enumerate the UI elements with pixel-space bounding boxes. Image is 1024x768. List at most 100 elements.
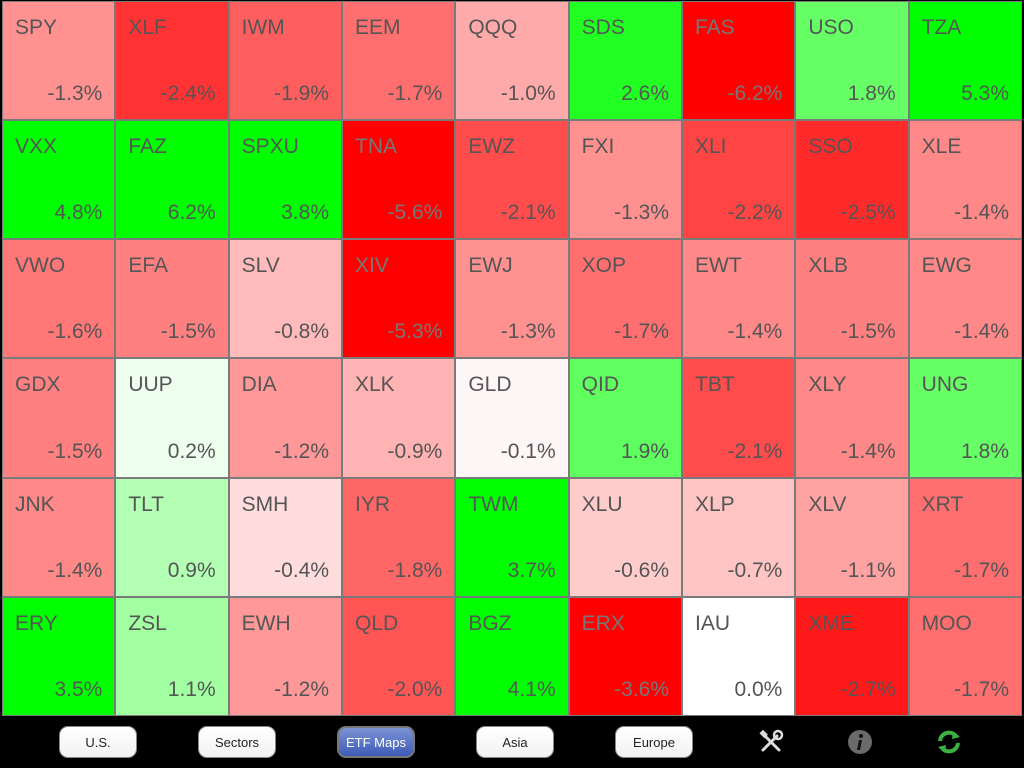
etf-tile-qld[interactable]: QLD -2.0% xyxy=(343,597,455,715)
etf-tile-spy[interactable]: SPY -1.3% xyxy=(3,2,115,120)
etf-tile-xlv[interactable]: XLV -1.1% xyxy=(796,478,908,596)
etf-tile-vxx[interactable]: VXX 4.8% xyxy=(3,121,115,239)
etf-maps-button[interactable]: ETF Maps xyxy=(337,726,415,758)
etf-tile-tna[interactable]: TNA -5.6% xyxy=(343,121,455,239)
etf-change: 0.2% xyxy=(167,439,216,463)
etf-tile-sso[interactable]: SSO -2.5% xyxy=(796,121,908,239)
etf-symbol: QID xyxy=(581,373,619,397)
etf-change: -2.5% xyxy=(840,201,896,225)
etf-change: -1.3% xyxy=(500,320,556,344)
etf-tile-smh[interactable]: SMH -0.4% xyxy=(229,478,341,596)
etf-symbol: XLY xyxy=(808,373,847,397)
etf-tile-ewt[interactable]: EWT -1.4% xyxy=(683,240,795,358)
etf-tile-tbt[interactable]: TBT -2.1% xyxy=(683,359,795,477)
etf-heatmap-grid: SPY -1.3% XLF -2.4% IWM -1.9% EEM -1.7% QQQ -1.0%… xyxy=(2,1,1022,716)
etf-tile-spxu[interactable]: SPXU 3.8% xyxy=(229,121,341,239)
etf-tile-xiv[interactable]: XIV -5.3% xyxy=(343,240,455,358)
europe-button[interactable]: Europe xyxy=(615,726,693,758)
etf-tile-gdx[interactable]: GDX -1.5% xyxy=(3,359,115,477)
etf-symbol: GDX xyxy=(15,373,61,397)
etf-symbol: EWJ xyxy=(468,254,513,278)
etf-change: -5.6% xyxy=(387,201,443,225)
etf-symbol: XIV xyxy=(355,254,389,278)
etf-tile-fxi[interactable]: FXI -1.3% xyxy=(569,121,681,239)
etf-tile-faz[interactable]: FAZ 6.2% xyxy=(116,121,228,239)
etf-symbol: BGZ xyxy=(468,611,512,635)
etf-symbol: FXI xyxy=(581,135,615,159)
etf-tile-qqq[interactable]: QQQ -1.0% xyxy=(456,2,568,120)
etf-symbol: TBT xyxy=(695,373,735,397)
etf-symbol: EWZ xyxy=(468,135,515,159)
asia-button[interactable]: Asia xyxy=(476,726,554,758)
etf-tile-slv[interactable]: SLV -0.8% xyxy=(229,240,341,358)
etf-tile-ung[interactable]: UNG 1.8% xyxy=(909,359,1021,477)
etf-symbol: SPXU xyxy=(241,135,299,159)
etf-change: 1.8% xyxy=(961,439,1009,463)
etf-tile-xop[interactable]: XOP -1.7% xyxy=(569,240,681,358)
etf-tile-xli[interactable]: XLI -2.2% xyxy=(683,121,795,239)
etf-tile-dia[interactable]: DIA -1.2% xyxy=(229,359,341,477)
etf-change: 6.2% xyxy=(167,201,216,225)
etf-change: -1.5% xyxy=(160,320,216,344)
etf-symbol: IYR xyxy=(355,492,391,516)
etf-tile-ewj[interactable]: EWJ -1.3% xyxy=(456,240,568,358)
etf-tile-xrt[interactable]: XRT -1.7% xyxy=(909,478,1021,596)
etf-symbol: VWO xyxy=(15,254,66,278)
etf-symbol: FAZ xyxy=(128,135,167,159)
etf-tile-sds[interactable]: SDS 2.6% xyxy=(569,2,681,120)
etf-symbol: ZSL xyxy=(128,611,167,635)
sectors-button[interactable]: Sectors xyxy=(198,726,276,758)
etf-tile-qid[interactable]: QID 1.9% xyxy=(569,359,681,477)
etf-tile-ewh[interactable]: EWH -1.2% xyxy=(229,597,341,715)
etf-change: -3.6% xyxy=(614,677,669,701)
etf-tile-zsl[interactable]: ZSL 1.1% xyxy=(116,597,228,715)
etf-symbol: XLU xyxy=(581,492,623,516)
etf-tile-moo[interactable]: MOO -1.7% xyxy=(909,597,1021,715)
etf-tile-xlb[interactable]: XLB -1.5% xyxy=(796,240,908,358)
etf-symbol: UUP xyxy=(128,373,173,397)
etf-tile-xlp[interactable]: XLP -0.7% xyxy=(683,478,795,596)
tools-icon[interactable] xyxy=(757,728,785,756)
refresh-icon[interactable] xyxy=(935,728,963,756)
etf-tile-iau[interactable]: IAU 0.0% xyxy=(683,597,795,715)
etf-tile-xle[interactable]: XLE -1.4% xyxy=(909,121,1021,239)
etf-tile-tza[interactable]: TZA 5.3% xyxy=(909,2,1021,120)
etf-tile-uup[interactable]: UUP 0.2% xyxy=(116,359,228,477)
etf-change: -1.7% xyxy=(614,320,669,344)
etf-tile-efa[interactable]: EFA -1.5% xyxy=(116,240,228,358)
etf-symbol: TLT xyxy=(128,492,165,516)
etf-symbol: FAS xyxy=(695,16,735,39)
etf-change: -1.4% xyxy=(840,439,896,463)
etf-symbol: GLD xyxy=(468,373,512,397)
etf-tile-xlk[interactable]: XLK -0.9% xyxy=(343,359,455,477)
etf-tile-iyr[interactable]: IYR -1.8% xyxy=(343,478,455,596)
etf-symbol: JNK xyxy=(15,492,55,516)
etf-tile-xlf[interactable]: XLF -2.4% xyxy=(116,2,228,120)
etf-tile-xly[interactable]: XLY -1.4% xyxy=(796,359,908,477)
etf-tile-tlt[interactable]: TLT 0.9% xyxy=(116,478,228,596)
etf-tile-eem[interactable]: EEM -1.7% xyxy=(343,2,455,120)
etf-tile-fas[interactable]: FAS -6.2% xyxy=(683,2,795,120)
etf-symbol: XLV xyxy=(808,492,847,516)
etf-tile-uso[interactable]: USO 1.8% xyxy=(796,2,908,120)
etf-symbol: UNG xyxy=(921,373,969,397)
etf-tile-ewz[interactable]: EWZ -2.1% xyxy=(456,121,568,239)
etf-tile-jnk[interactable]: JNK -1.4% xyxy=(3,478,115,596)
etf-tile-twm[interactable]: TWM 3.7% xyxy=(456,478,568,596)
etf-change: -1.9% xyxy=(274,82,329,106)
etf-change: -2.4% xyxy=(160,82,216,106)
etf-tile-iwm[interactable]: IWM -1.9% xyxy=(229,2,341,120)
etf-symbol: IAU xyxy=(695,611,731,635)
etf-tile-ewg[interactable]: EWG -1.4% xyxy=(909,240,1021,358)
etf-tile-xlu[interactable]: XLU -0.6% xyxy=(569,478,681,596)
etf-change: -1.3% xyxy=(614,201,669,225)
etf-tile-gld[interactable]: GLD -0.1% xyxy=(456,359,568,477)
etf-tile-xme[interactable]: XME -2.7% xyxy=(796,597,908,715)
etf-tile-vwo[interactable]: VWO -1.6% xyxy=(3,240,115,358)
etf-tile-ery[interactable]: ERY 3.5% xyxy=(3,597,115,715)
us-button[interactable]: U.S. xyxy=(59,726,137,758)
etf-tile-bgz[interactable]: BGZ 4.1% xyxy=(456,597,568,715)
etf-change: -1.7% xyxy=(387,82,443,106)
info-icon[interactable] xyxy=(846,728,874,756)
etf-tile-erx[interactable]: ERX -3.6% xyxy=(569,597,681,715)
